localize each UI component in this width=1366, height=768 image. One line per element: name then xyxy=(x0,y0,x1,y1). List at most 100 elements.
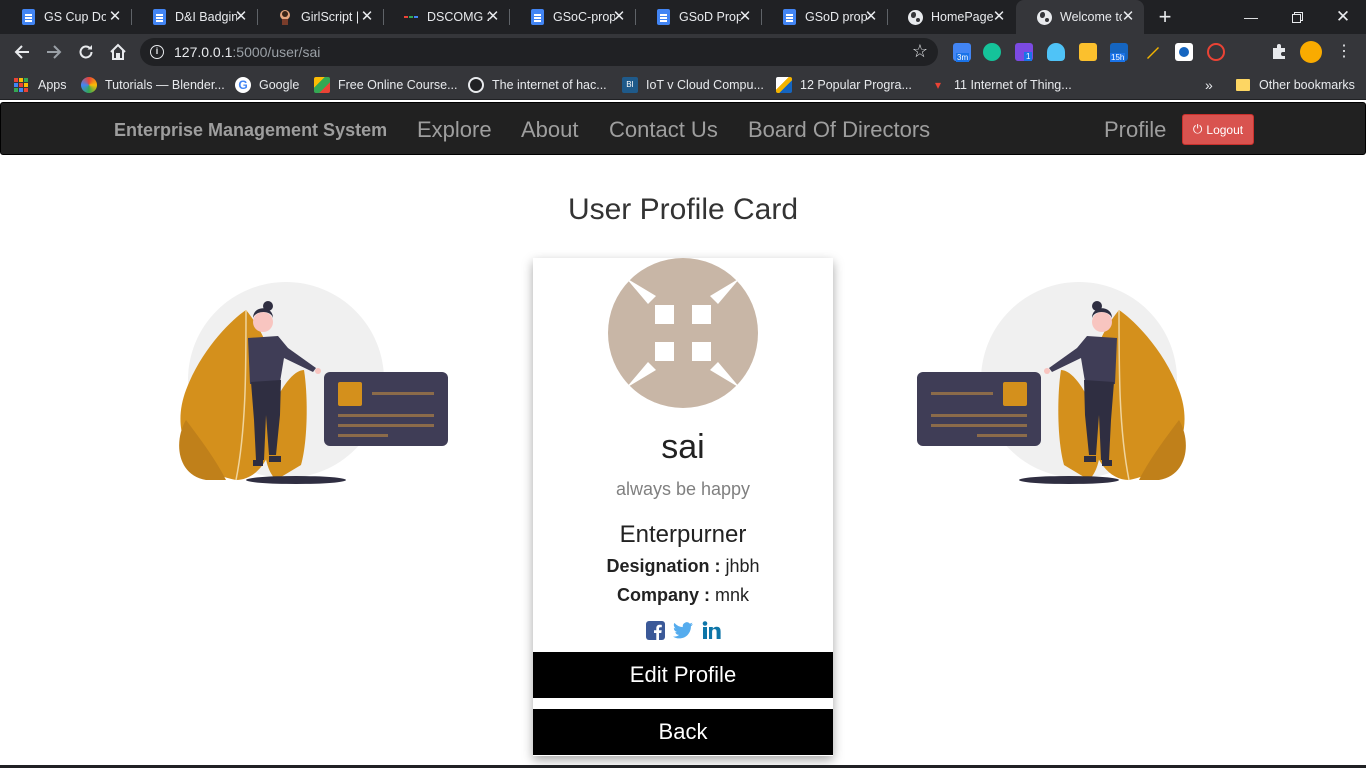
docs-icon xyxy=(151,9,167,25)
close-icon[interactable]: ✕ xyxy=(233,9,249,25)
mountain-icon xyxy=(776,77,792,93)
profile-card: sai always be happy Enterpurner Designat… xyxy=(533,258,833,756)
profile-designation: Designation : jhbh xyxy=(533,556,833,577)
social-links xyxy=(533,620,833,640)
company-label: Company : xyxy=(616,585,710,605)
page-title: User Profile Card xyxy=(567,193,799,226)
bookmark-item[interactable]: BI IoT v Cloud Compu... xyxy=(622,76,764,94)
close-icon[interactable]: ✕ xyxy=(359,9,375,25)
bookmark-apps[interactable]: Apps xyxy=(14,76,67,94)
bookmark-item[interactable]: The internet of hac... xyxy=(468,76,607,94)
navbar-brand[interactable]: Enterprise Management System xyxy=(114,120,387,141)
menu-dots-icon[interactable]: ⋮ xyxy=(1336,43,1352,61)
extension-screen-icon[interactable] xyxy=(1175,43,1193,61)
abc-icon xyxy=(468,77,484,93)
tab-title: GSoD Propo xyxy=(679,10,741,24)
reload-icon[interactable] xyxy=(72,38,100,66)
bi-icon: BI xyxy=(622,77,638,93)
nav-link-contact[interactable]: Contact Us xyxy=(609,117,718,143)
close-icon[interactable]: ✕ xyxy=(991,9,1007,25)
browser-tab[interactable]: GSoD Propo ✕ xyxy=(635,0,761,34)
bookmark-item[interactable]: Free Online Course... xyxy=(314,76,458,94)
globe-icon xyxy=(907,9,923,25)
info-icon[interactable]: i xyxy=(150,45,164,59)
other-bookmarks[interactable]: Other bookmarks xyxy=(1236,76,1355,94)
extension-pen-icon[interactable] xyxy=(1144,43,1162,61)
blender-icon xyxy=(81,77,97,93)
browser-tab[interactable]: HomePage ✕ xyxy=(887,0,1015,34)
bookmark-item[interactable]: 12 Popular Progra... xyxy=(776,76,912,94)
tab-title: D&I Badging xyxy=(175,10,237,24)
close-icon[interactable]: ✕ xyxy=(1120,9,1136,25)
twitter-icon[interactable] xyxy=(673,620,693,640)
forward-arrow-icon[interactable] xyxy=(40,38,68,66)
designation-value: jhbh xyxy=(725,556,760,576)
close-icon[interactable]: ✕ xyxy=(485,9,501,25)
bookmark-star-icon[interactable]: ☆ xyxy=(912,41,928,62)
close-icon[interactable]: ✕ xyxy=(611,9,627,25)
profile-bio: always be happy xyxy=(615,479,751,499)
extension-bolt-icon[interactable]: 1 xyxy=(1015,43,1033,61)
new-tab-icon[interactable]: + xyxy=(1154,6,1176,28)
globe-icon xyxy=(1036,9,1052,25)
folder-icon xyxy=(1236,79,1250,91)
url-text: 127.0.0.1:5000/user/sai xyxy=(174,44,321,60)
docs-icon xyxy=(655,9,671,25)
restore-icon[interactable] xyxy=(1274,0,1320,34)
docs-icon xyxy=(781,9,797,25)
grammarly-icon[interactable] xyxy=(983,43,1001,61)
apps-grid-icon xyxy=(14,78,28,92)
docs-icon xyxy=(529,9,545,25)
browser-tab[interactable]: GSoC-propo ✕ xyxy=(509,0,635,34)
browser-toolbar: i 127.0.0.1:5000/user/sai ☆ 3m 1 15h ⋮ xyxy=(0,34,1366,70)
logout-button[interactable]: ⏻ Logout xyxy=(1182,114,1254,145)
window-close-icon[interactable]: ✕ xyxy=(1320,0,1366,34)
site-navbar: Enterprise Management System Explore Abo… xyxy=(0,102,1366,155)
close-icon[interactable]: ✕ xyxy=(107,9,123,25)
edit-profile-button[interactable]: Edit Profile xyxy=(533,652,833,698)
browser-tab[interactable]: GSoD propo ✕ xyxy=(761,0,887,34)
avatar-icon xyxy=(608,258,758,408)
nav-link-profile[interactable]: Profile xyxy=(1104,117,1166,143)
bookmarks-bar: Apps Tutorials — Blender... G Google Fre… xyxy=(0,70,1366,100)
google-icon: G xyxy=(235,77,251,93)
linkedin-icon[interactable] xyxy=(701,620,721,640)
extension-swirl-icon[interactable] xyxy=(1207,43,1225,61)
girlscript-icon xyxy=(277,9,293,25)
bookmarks-overflow-icon[interactable]: » xyxy=(1205,76,1213,94)
designation-label: Designation : xyxy=(606,556,721,576)
close-icon[interactable]: ✕ xyxy=(863,9,879,25)
back-arrow-icon[interactable] xyxy=(8,38,36,66)
extension-mail-icon[interactable]: 3m xyxy=(953,43,971,62)
nav-link-explore[interactable]: Explore xyxy=(417,117,492,143)
tab-title: GSoD propo xyxy=(805,10,867,24)
address-bar[interactable]: i 127.0.0.1:5000/user/sai ☆ xyxy=(140,38,938,66)
power-icon: ⏻ xyxy=(1192,122,1203,136)
profile-avatar-icon[interactable] xyxy=(1300,41,1322,63)
course-icon xyxy=(314,77,330,93)
extensions-puzzle-icon[interactable] xyxy=(1270,43,1288,61)
bird-icon: ▾ xyxy=(934,78,942,92)
tab-title: GSoC-propo xyxy=(553,10,615,24)
company-value: mnk xyxy=(715,585,750,605)
facebook-icon[interactable] xyxy=(645,620,665,640)
profile-role: Enterpurner xyxy=(619,521,747,548)
bookmark-item[interactable]: G Google xyxy=(235,76,299,94)
browser-tab[interactable]: GS Cup Doc ✕ xyxy=(0,0,131,34)
extension-note-icon[interactable] xyxy=(1079,43,1097,61)
nav-link-board[interactable]: Board Of Directors xyxy=(748,117,930,143)
browser-tab[interactable]: DSCOMG 20 ✕ xyxy=(383,0,509,34)
id-card-illustration-right xyxy=(917,282,1186,484)
back-button[interactable]: Back xyxy=(533,709,833,755)
browser-tab-active[interactable]: Welcome to ✕ xyxy=(1016,0,1144,34)
close-icon[interactable]: ✕ xyxy=(737,9,753,25)
minimize-icon[interactable]: — xyxy=(1228,0,1274,34)
extension-calendar-icon[interactable]: 15h xyxy=(1110,43,1128,62)
nav-link-about[interactable]: About xyxy=(521,117,579,143)
browser-tab[interactable]: GirlScript | H ✕ xyxy=(257,0,383,34)
extension-funnel-icon[interactable] xyxy=(1047,43,1065,61)
bookmark-item[interactable]: Tutorials — Blender... xyxy=(81,76,225,94)
bookmark-item[interactable]: ▾ 11 Internet of Thing... xyxy=(930,76,1072,94)
browser-tab[interactable]: D&I Badging ✕ xyxy=(131,0,257,34)
home-icon[interactable] xyxy=(104,38,132,66)
